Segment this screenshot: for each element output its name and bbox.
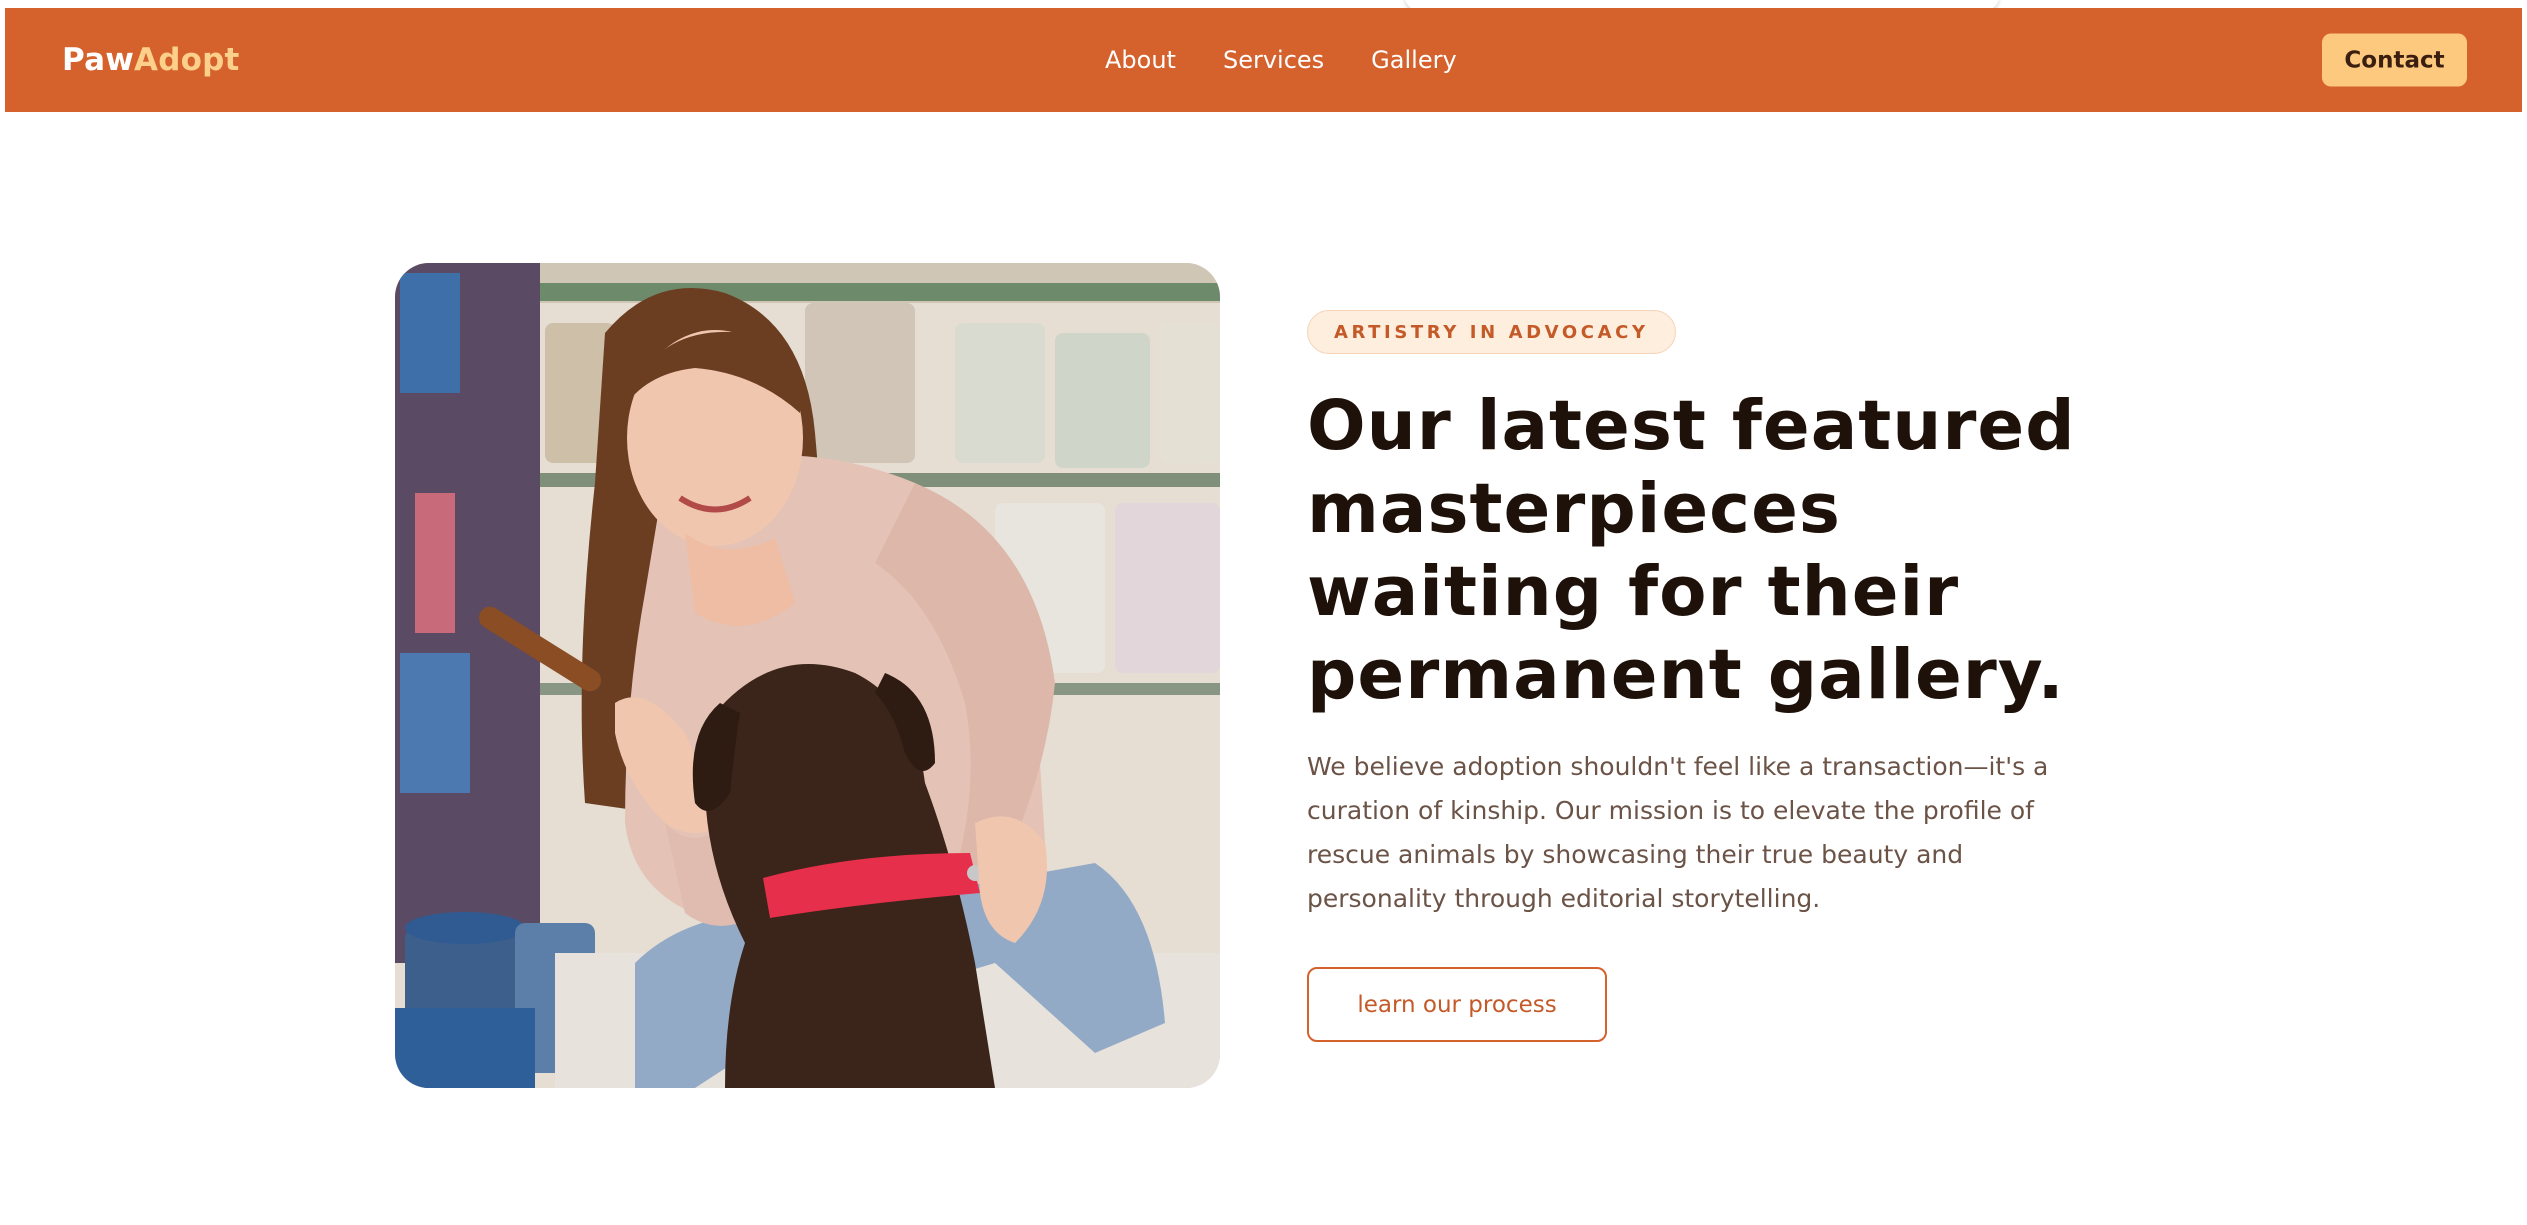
- hero-photo: [395, 263, 1220, 1088]
- nav-services[interactable]: Services: [1223, 46, 1324, 74]
- contact-button[interactable]: Contact: [2322, 33, 2467, 87]
- logo-part-adopt: Adopt: [134, 42, 240, 78]
- logo-part-paw: Paw: [62, 42, 135, 78]
- hero-description: We believe adoption shouldn't feel like …: [1307, 752, 2049, 913]
- hero-headline: Our latest featured masterpieces waiting…: [1307, 386, 2076, 715]
- logo[interactable]: PawAdopt: [62, 42, 240, 78]
- main-nav: About Services Gallery: [1105, 46, 1457, 74]
- nav-about[interactable]: About: [1105, 46, 1176, 74]
- site-header: PawAdopt About Services Gallery Contact: [5, 8, 2522, 112]
- learn-process-button[interactable]: learn our process: [1307, 967, 1607, 1042]
- photo-woman-feeding-dog-icon: [395, 263, 1220, 1088]
- nav-gallery[interactable]: Gallery: [1371, 46, 1456, 74]
- page: PawAdopt About Services Gallery Contact: [0, 0, 2527, 1225]
- eyebrow-badge: ARTISTRY IN ADVOCACY: [1307, 310, 1676, 354]
